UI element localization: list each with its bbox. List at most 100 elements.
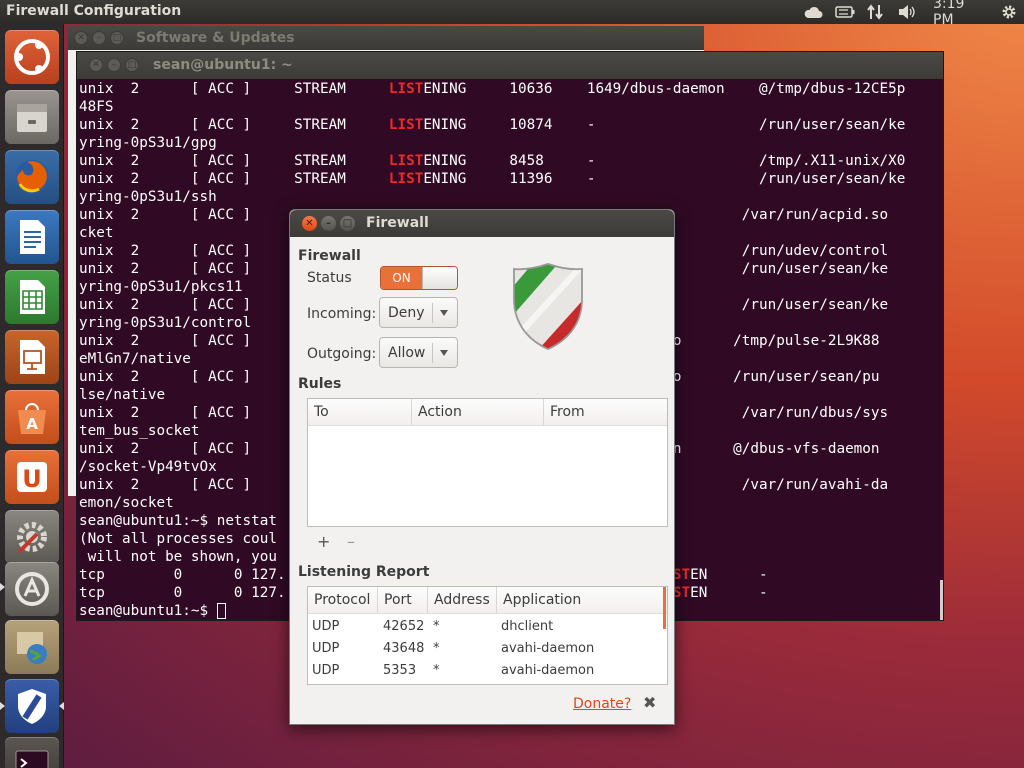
libreoffice-calc-icon[interactable] [5, 270, 59, 324]
terminal-line: yring-0pS3u1/pkcs11 [79, 278, 243, 296]
minimize-button[interactable]: – [107, 58, 121, 72]
terminal-line: /socket-Vp49tvOx [79, 458, 217, 476]
terminal-line: emon/socket [79, 494, 174, 512]
listening-report-table[interactable]: Protocol Port Address Application UDP 426… [307, 586, 668, 685]
terminal-line: will not be shown, you [79, 548, 277, 566]
terminal-scrollbar[interactable] [940, 580, 943, 620]
maximize-button[interactable]: □ [125, 58, 139, 72]
network-icon[interactable] [864, 2, 886, 22]
software-updates-titlebar[interactable]: Software & Updates [68, 26, 704, 50]
terminal-line-text: lse/native [79, 387, 166, 403]
shield-icon [510, 260, 586, 352]
terminal-line-text: unix 2 [ ACC ] STREAM [79, 171, 389, 187]
firewall-window: Firewall ✕ – □ Firewall Status ON Incomi… [289, 209, 675, 725]
rules-col-action[interactable]: Action [412, 399, 544, 426]
incoming-value: Deny [388, 304, 425, 321]
report-cell-application: dhclient [501, 619, 554, 634]
terminal-line: sean@ubuntu1:~$ [79, 602, 226, 620]
firefox-icon[interactable] [5, 150, 59, 204]
system-settings-icon[interactable] [5, 510, 59, 564]
battery-icon[interactable] [834, 2, 856, 22]
report-row[interactable]: UDP 43648 * avahi-daemon [308, 638, 663, 660]
terminal-line-text: ENING 10636 1649/dbus-daemon @/tmp/dbus-… [423, 81, 906, 97]
window-title: Firewall [366, 215, 429, 231]
report-row[interactable]: UDP 5353 * avahi-daemon [308, 660, 663, 682]
libreoffice-impress-icon[interactable] [5, 330, 59, 384]
terminal-line-text: eMlGn7/native [79, 351, 191, 367]
close-button[interactable]: ✕ [89, 58, 103, 72]
terminal-line: 48FS [79, 98, 113, 116]
terminal-line-text: sean@ubuntu1:~$ [79, 603, 217, 619]
terminal-line-text: (Not all processes coul [79, 531, 277, 547]
remove-rule-button[interactable]: – [347, 532, 355, 551]
terminal-highlight: LIST [388, 153, 424, 169]
terminal-line: unix 2 [ ACC ] STREAM LISTENING 8458 - /… [79, 152, 905, 170]
terminal-line: lse/native [79, 386, 165, 404]
terminal-line-text: yring-0pS3u1/gpg [79, 135, 217, 151]
report-col-protocol[interactable]: Protocol [308, 587, 378, 614]
rules-col-from[interactable]: From [544, 399, 668, 426]
status-switch[interactable]: ON [380, 266, 458, 290]
terminal-line: unix 2 [ ACC ] STREAM LISTENING 11396 - … [79, 170, 905, 188]
gear-icon[interactable] [998, 2, 1020, 22]
svg-text:A: A [26, 415, 38, 433]
ubuntu-dash-icon[interactable] [5, 30, 59, 84]
rules-table[interactable]: To Action From [307, 398, 668, 527]
terminal-line-text: yring-0pS3u1/pkcs11 [79, 279, 243, 295]
combo-separator [432, 343, 433, 363]
terminal-line-text: ENING 10874 - /run/user/sean/ke [423, 117, 906, 133]
clock[interactable]: 3:19 PM [933, 0, 989, 28]
report-scrollbar[interactable] [663, 587, 666, 629]
terminal-line-text: sean@ubuntu1:~$ netstat [79, 513, 277, 529]
terminal-line: unix 2 [ ACC ] STREAM LISTENING 10636 16… [79, 80, 905, 98]
close-button[interactable]: ✕ [74, 31, 88, 45]
workspace-switcher-icon[interactable] [5, 620, 59, 674]
close-button[interactable]: ✕ [302, 216, 317, 231]
firewall-section-title: Firewall [298, 248, 361, 264]
report-cell-application: avahi-daemon [501, 663, 595, 678]
report-col-port[interactable]: Port [378, 587, 428, 614]
chevron-down-icon [440, 310, 448, 316]
ubuntu-software-center-icon[interactable]: A [5, 390, 59, 444]
terminal-icon[interactable] [5, 737, 59, 768]
terminal-line: sean@ubuntu1:~$ netstat [79, 512, 277, 530]
report-col-address[interactable]: Address [428, 587, 497, 614]
terminal-line: unix 2 [ ACC ] STREAM LISTENING 10874 - … [79, 116, 905, 134]
add-rule-button[interactable]: + [317, 532, 330, 551]
window-title: Software & Updates [136, 30, 295, 46]
libreoffice-writer-icon[interactable] [5, 210, 59, 264]
maximize-button[interactable]: □ [110, 31, 124, 45]
gufw-icon[interactable] [5, 679, 59, 733]
report-row[interactable]: UDP 42652 * dhclient [308, 616, 663, 638]
rules-col-to[interactable]: To [308, 399, 412, 426]
terminal-highlight: LIST [388, 171, 424, 187]
terminal-line: cket [79, 224, 113, 242]
terminal-line: yring-0pS3u1/ssh [79, 188, 217, 206]
close-icon[interactable]: ✖ [643, 693, 656, 712]
minimize-button[interactable]: – [92, 31, 106, 45]
terminal-line-text: unix 2 [ ACC ] STREAM [79, 117, 389, 133]
chevron-down-icon [440, 350, 448, 356]
volume-icon[interactable] [896, 2, 918, 22]
svg-text:U: U [22, 465, 42, 493]
maximize-button[interactable]: □ [340, 216, 355, 231]
terminal-line: (Not all processes coul [79, 530, 277, 548]
rules-section-title: Rules [298, 376, 342, 392]
status-switch-on: ON [381, 267, 422, 289]
terminal-line-text: yring-0pS3u1/ssh [79, 189, 217, 205]
cloud-icon[interactable] [802, 2, 824, 22]
donate-link[interactable]: Donate? [573, 696, 631, 712]
incoming-select[interactable]: Deny [379, 297, 458, 328]
terminal-line: yring-0pS3u1/gpg [79, 134, 217, 152]
terminal-titlebar[interactable]: sean@ubuntu1: ~ [77, 52, 943, 79]
files-icon[interactable] [5, 90, 59, 144]
report-col-application[interactable]: Application [497, 587, 665, 614]
minimize-button[interactable]: – [321, 216, 336, 231]
software-updater-icon[interactable] [5, 562, 59, 616]
terminal-line-text: EN - [690, 585, 768, 601]
report-cell-port: 43648 [383, 641, 425, 656]
outgoing-select[interactable]: Allow [379, 337, 458, 368]
terminal-line-text: yring-0pS3u1/control [79, 315, 252, 331]
ubuntu-one-icon[interactable]: U [5, 450, 59, 504]
terminal-highlight: LIST [388, 81, 424, 97]
